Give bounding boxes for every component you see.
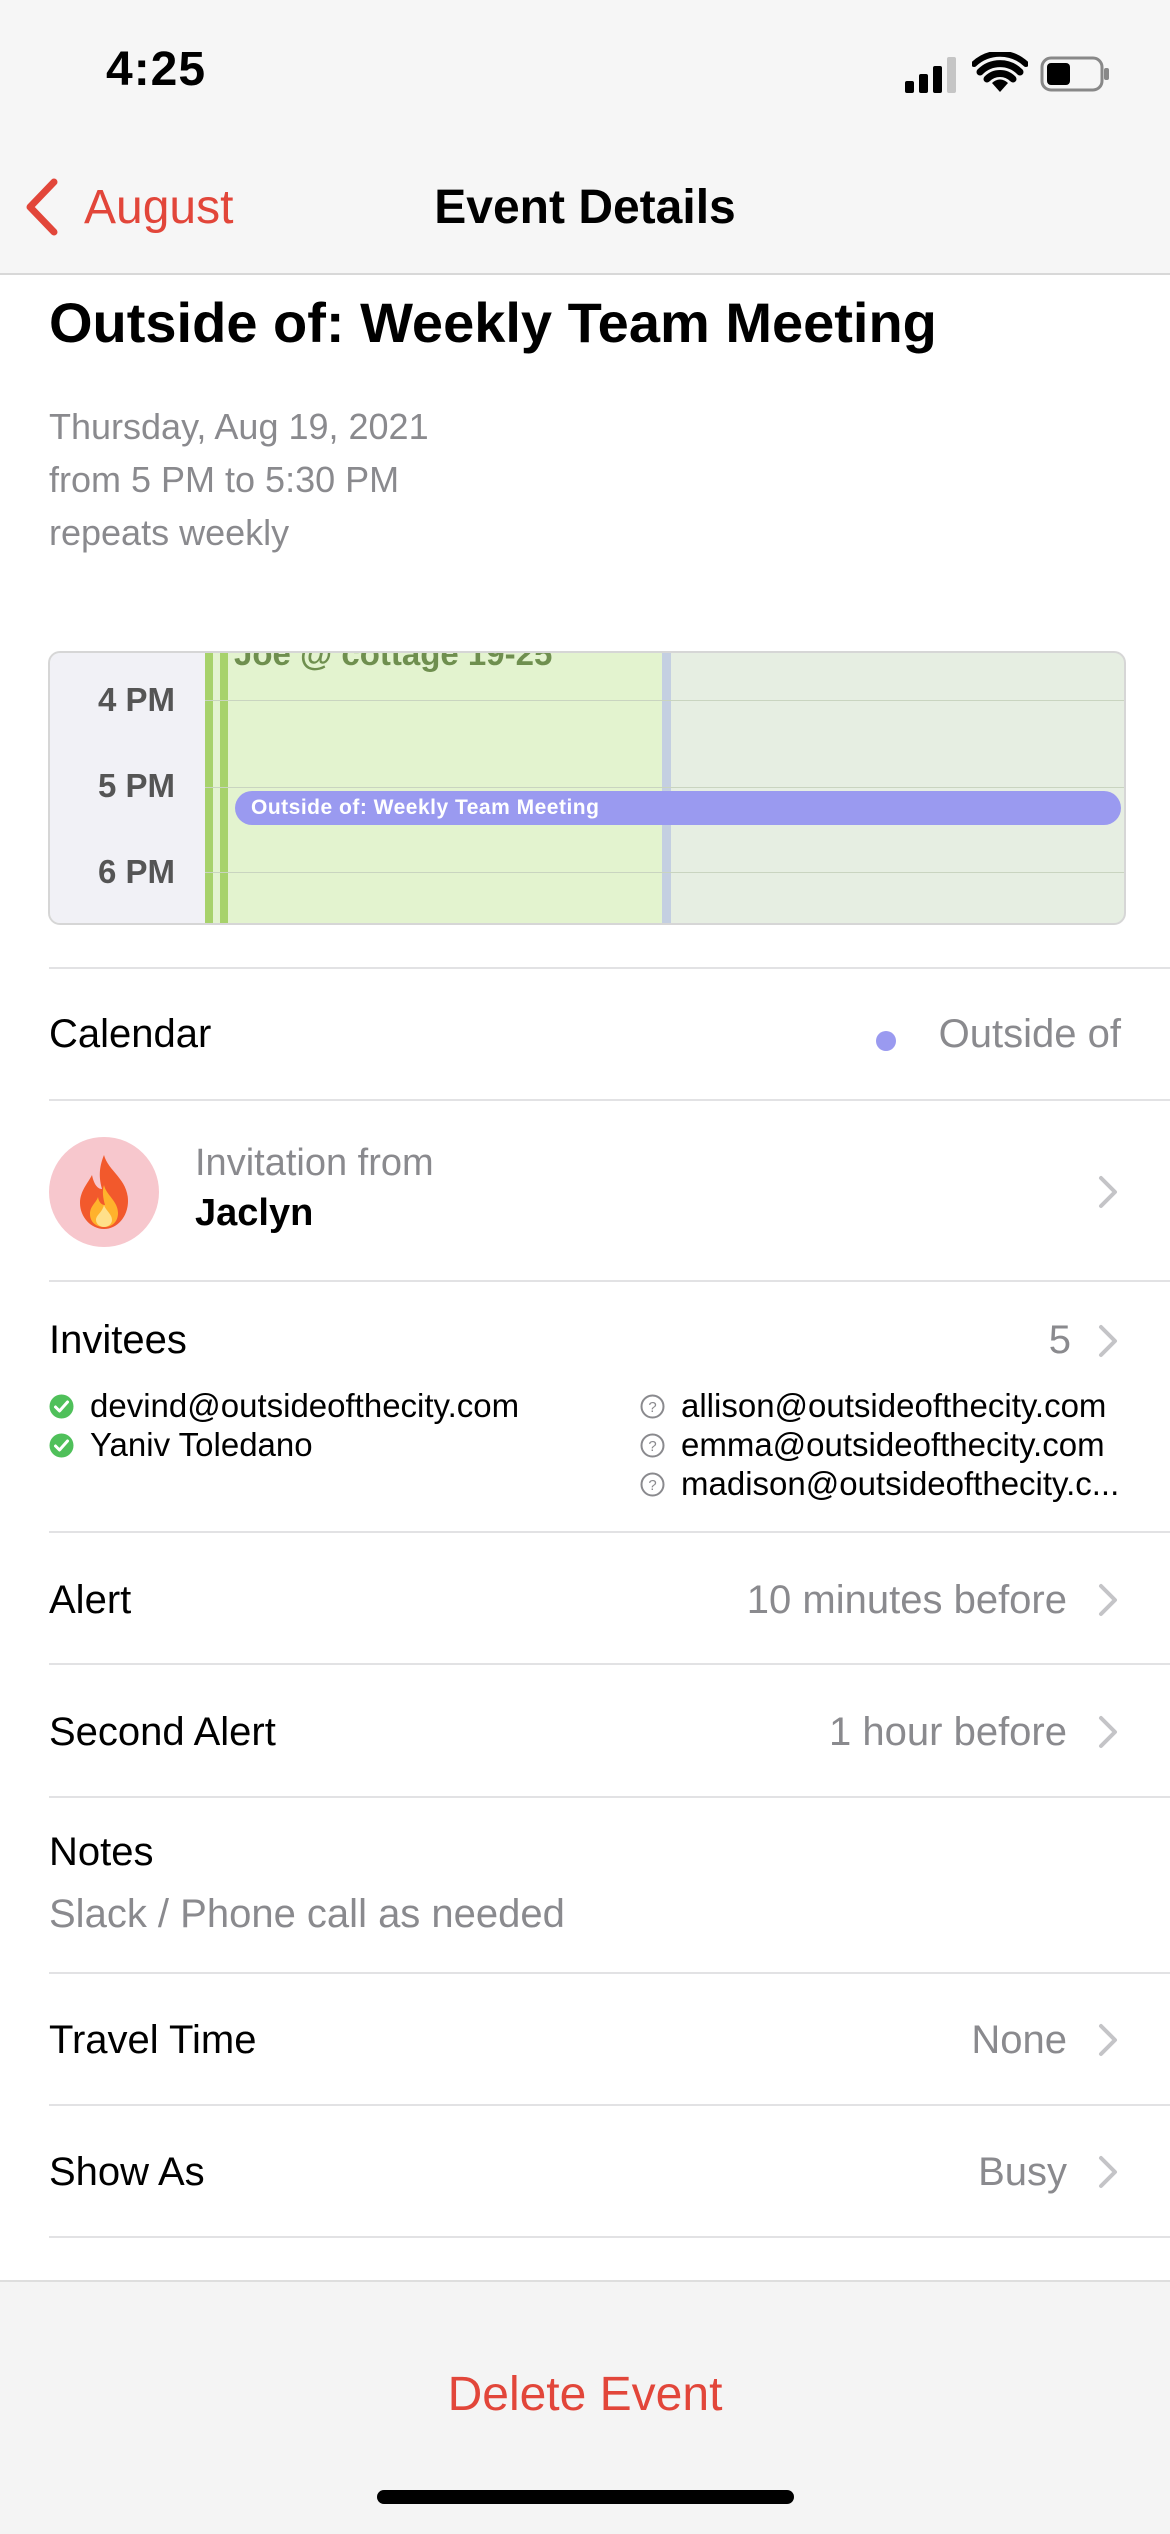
chevron-right-icon	[1099, 1716, 1117, 1748]
svg-text:?: ?	[648, 1399, 656, 1416]
invitation-name: Jaclyn	[195, 1192, 314, 1234]
pending-question-icon: ?	[640, 1472, 665, 1496]
show-as-value: Busy	[978, 2150, 1067, 2194]
chevron-right-icon	[1099, 2024, 1117, 2056]
event-repeat: repeats weekly	[49, 512, 290, 553]
divider	[49, 967, 1170, 969]
day-preview-time-column: 4 PM 5 PM 6 PM	[50, 653, 205, 923]
status-bar: 4:25	[0, 0, 1170, 140]
divider	[49, 2104, 1170, 2106]
invitee-name: madison@outsideofthecity.c...	[681, 1465, 1120, 1502]
show-as-label: Show As	[49, 2150, 205, 2194]
status-time: 4:25	[106, 43, 207, 96]
hour-label: 6 PM	[97, 853, 175, 890]
travel-time-value: None	[971, 2018, 1067, 2062]
pending-question-icon: ?	[640, 1394, 665, 1418]
chevron-right-icon	[1099, 1584, 1117, 1616]
invitee-name: allison@outsideofthecity.com	[681, 1387, 1107, 1424]
invitation-subtitle: Invitation from	[195, 1142, 434, 1184]
event-color-bar	[220, 653, 228, 923]
invitee-item: ? allison@outsideofthecity.com	[640, 1387, 1106, 1425]
invitee-item: ? emma@outsideofthecity.com	[640, 1426, 1105, 1464]
calendar-value: Outside of	[938, 1012, 1121, 1056]
alert-label: Alert	[49, 1578, 132, 1622]
invitee-name: Yaniv Toledano	[90, 1426, 313, 1463]
accepted-check-icon	[49, 1433, 74, 1457]
calendar-color-dot	[876, 1031, 896, 1051]
event-title: Outside of: Weekly Team Meeting	[49, 291, 937, 354]
divider	[49, 1663, 1170, 1665]
fire-emoji-icon	[80, 1155, 128, 1229]
other-event-label: Joe @ cottage 19-25	[234, 651, 553, 672]
battery-icon	[1040, 56, 1109, 92]
divider	[49, 1280, 1170, 1282]
all-day-event-area	[205, 653, 665, 923]
invitees-label: Invitees	[49, 1318, 187, 1362]
hour-line	[205, 700, 1124, 701]
avatar	[49, 1137, 159, 1247]
chevron-right-icon	[1099, 1176, 1117, 1208]
invitee-name: emma@outsideofthecity.com	[681, 1426, 1105, 1463]
invitee-item: Yaniv Toledano	[49, 1426, 313, 1464]
notes-text: Slack / Phone call as needed	[49, 1892, 565, 1936]
invitee-name: devind@outsideofthecity.com	[90, 1387, 520, 1424]
event-meta: Thursday, Aug 19, 2021 from 5 PM to 5:30…	[49, 400, 429, 559]
chevron-right-icon	[1099, 2156, 1117, 2188]
alert-value: 10 minutes before	[746, 1578, 1067, 1622]
page-title: Event Details	[434, 181, 736, 234]
second-alert-label: Second Alert	[49, 1710, 276, 1754]
navigation-bar: August Event Details	[0, 140, 1170, 275]
event-date: Thursday, Aug 19, 2021	[49, 406, 429, 447]
chevron-right-icon	[1099, 1325, 1117, 1357]
notes-label: Notes	[49, 1830, 154, 1874]
hour-label: 5 PM	[97, 767, 175, 804]
divider	[49, 1099, 1170, 1101]
invitee-item: devind@outsideofthecity.com	[49, 1387, 519, 1425]
event-color-bar	[662, 653, 671, 923]
hour-label: 4 PM	[97, 681, 175, 718]
svg-text:?: ?	[648, 1438, 656, 1455]
wifi-icon	[972, 52, 1028, 92]
home-indicator[interactable]	[377, 2490, 794, 2504]
day-preview[interactable]: 4 PM 5 PM 6 PM Joe @ cottage 19-25 Outsi…	[48, 651, 1126, 925]
divider	[49, 2236, 1170, 2238]
event-block: Outside of: Weekly Team Meeting	[235, 791, 1121, 825]
invitee-item: ? madison@outsideofthecity.c...	[640, 1465, 1119, 1503]
second-alert-value: 1 hour before	[829, 1710, 1067, 1754]
travel-time-label: Travel Time	[49, 2018, 257, 2062]
event-color-bar	[205, 653, 213, 923]
hour-line	[205, 787, 1124, 788]
calendar-label: Calendar	[49, 1012, 212, 1056]
divider	[49, 1531, 1170, 1533]
divider	[49, 1796, 1170, 1798]
cellular-signal-icon	[905, 55, 957, 93]
invitees-count: 5	[1048, 1318, 1071, 1362]
event-time-range: from 5 PM to 5:30 PM	[49, 459, 400, 500]
pending-question-icon: ?	[640, 1433, 665, 1457]
divider	[49, 1972, 1170, 1974]
svg-text:?: ?	[648, 1477, 656, 1494]
accepted-check-icon	[49, 1394, 74, 1418]
delete-event-button[interactable]: Delete Event	[0, 2367, 1170, 2422]
hour-line	[205, 872, 1124, 873]
